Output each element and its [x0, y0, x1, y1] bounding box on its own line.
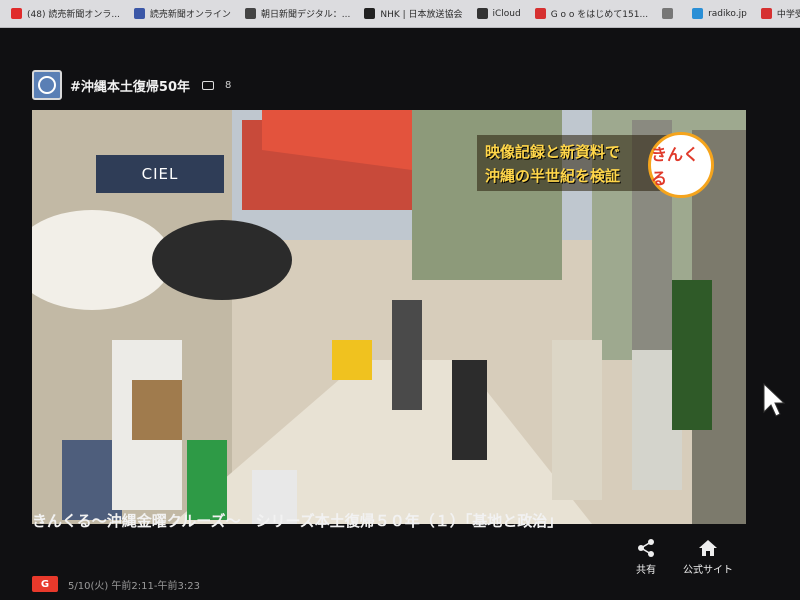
bookmark-label: 読売新聞オンライン [149, 10, 231, 20]
share-label: 共有 [636, 565, 656, 576]
youtube-icon [11, 8, 22, 19]
video-viewer: #沖縄本土復帰50年 8 CIEL 映像記録と新資料で 沖縄の半世紀を検証 きん… [0, 28, 800, 600]
broadcast-time: 5/10(火) 午前2:11-午前3:23 [68, 580, 200, 592]
home-icon [699, 540, 717, 556]
official-site-button[interactable]: 公式サイト [676, 538, 740, 576]
share-button[interactable]: 共有 [636, 538, 656, 576]
yomiuri-icon [133, 8, 145, 19]
meta-row: G 5/10(火) 午前2:11-午前3:23 [32, 576, 200, 592]
video-title: きんくる～沖縄金曜クルーズ～ シリーズ本土復帰５０年（１）「基地と政治」 [32, 512, 563, 530]
radiko-icon [692, 8, 704, 19]
video-player[interactable]: CIEL 映像記録と新資料で 沖縄の半世紀を検証 きんくる [32, 110, 746, 524]
bookmark-label: radiko.jp [708, 8, 747, 19]
bookmark-item[interactable]: (48) 読売新聞オンラ... [4, 0, 127, 27]
asahi-icon [244, 8, 256, 19]
bookmark-item[interactable]: 中学受験 [754, 0, 800, 27]
bookmark-label: (48) 読売新聞オンラ... [27, 10, 120, 20]
channel-logo-icon[interactable] [32, 70, 62, 100]
goo-icon [534, 8, 546, 19]
bookmark-item[interactable]: NHK | 日本放送協会 [357, 0, 469, 27]
official-site-label: 公式サイト [683, 565, 733, 576]
bookmark-item[interactable]: iCloud [470, 0, 528, 27]
channel-header: #沖縄本土復帰50年 8 [32, 70, 231, 100]
red-icon [760, 8, 772, 19]
bookmark-item[interactable] [655, 0, 685, 27]
comment-icon [201, 80, 214, 90]
share-icon [638, 539, 654, 557]
comment-count: 8 [224, 79, 232, 91]
bookmark-label: NHK | 日本放送協会 [380, 10, 463, 20]
bookmark-label: G o o をはじめて151... [550, 10, 649, 20]
bookmark-label: 朝日新聞デジタル：... [260, 10, 351, 20]
bookmark-item[interactable]: radiko.jp [685, 0, 754, 27]
channel-badge: G [32, 576, 58, 592]
bookmark-item[interactable]: 朝日新聞デジタル：... [238, 0, 357, 27]
bookmarks-bar: (48) 読売新聞オンラ... 読売新聞オンライン 朝日新聞デジタル：... NHK … [0, 0, 800, 28]
apple-icon [476, 8, 488, 19]
bookmark-item[interactable]: G o o をはじめて151... [528, 0, 655, 27]
channel-title[interactable]: #沖縄本土復帰50年 [70, 76, 190, 95]
bookmark-item[interactable]: 読売新聞オンライン [127, 0, 238, 27]
google-icon [662, 8, 674, 19]
nhk-icon [364, 8, 376, 19]
bookmark-label: 中学受験 [776, 10, 800, 20]
mouse-cursor-icon [763, 382, 786, 417]
bookmark-label: iCloud [492, 8, 521, 19]
show-logo: きんくる [648, 132, 714, 198]
store-sign: CIEL [96, 155, 224, 193]
